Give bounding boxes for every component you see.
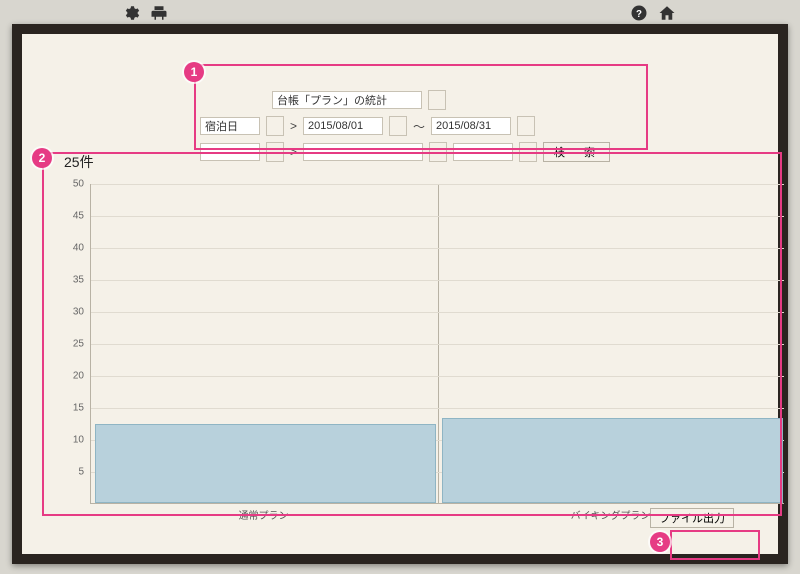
y-tick-label: 10: [62, 435, 84, 446]
y-tick-label: 35: [62, 275, 84, 286]
date-from-input[interactable]: [303, 117, 383, 135]
gt-symbol-1: >: [290, 119, 297, 133]
gridline: [91, 216, 784, 217]
bar-1: [442, 418, 783, 503]
stats-title-input[interactable]: [272, 91, 422, 109]
x-tick-label: バイキングプラン: [571, 507, 651, 522]
result-count: 25件: [64, 152, 94, 172]
callout-box-3: [670, 530, 760, 560]
y-tick-label: 30: [62, 307, 84, 318]
gear-icon[interactable]: [122, 4, 140, 22]
y-tick-label: 15: [62, 403, 84, 414]
paper-surface: 1 2 3 > ～: [22, 34, 778, 554]
y-tick-label: 40: [62, 243, 84, 254]
callout-badge-3: 3: [650, 532, 670, 552]
date-field-dropdown[interactable]: [266, 116, 284, 136]
tilde-symbol: ～: [413, 118, 425, 135]
extra-value-1-input[interactable]: [303, 143, 423, 161]
search-button[interactable]: 検 索: [543, 142, 610, 162]
x-tick-label: 通常プラン: [239, 507, 289, 522]
chart-area: 5101520253035404550 通常プランバイキングプラン: [62, 184, 784, 524]
extra-value-2-input[interactable]: [453, 143, 513, 161]
y-tick-label: 5: [62, 467, 84, 478]
gridline: [91, 376, 784, 377]
date-to-picker[interactable]: [517, 116, 535, 136]
app-frame: 1 2 3 > ～: [12, 24, 788, 564]
extra-value-2-dropdown[interactable]: [519, 142, 537, 162]
extra-field-input[interactable]: [200, 143, 260, 161]
gridline: [91, 344, 784, 345]
chart-plot: [90, 184, 784, 504]
y-tick-label: 20: [62, 371, 84, 382]
gridline: [91, 280, 784, 281]
y-tick-label: 25: [62, 339, 84, 350]
stats-title-dropdown[interactable]: [428, 90, 446, 110]
svg-text:?: ?: [636, 9, 642, 20]
callout-badge-1: 1: [184, 62, 204, 82]
file-export-button[interactable]: ファイル出力: [650, 508, 734, 528]
extra-value-1-dropdown[interactable]: [429, 142, 447, 162]
print-icon[interactable]: [150, 4, 168, 22]
extra-field-dropdown[interactable]: [266, 142, 284, 162]
date-from-picker[interactable]: [389, 116, 407, 136]
y-tick-label: 45: [62, 211, 84, 222]
date-to-input[interactable]: [431, 117, 511, 135]
y-tick-label: 50: [62, 179, 84, 190]
callout-badge-2: 2: [32, 148, 52, 168]
gridline: [91, 184, 784, 185]
filter-panel: > ～ > 検 索: [200, 90, 650, 168]
help-icon[interactable]: ?: [630, 4, 648, 22]
gridline: [91, 312, 784, 313]
gridline: [91, 408, 784, 409]
date-field-input[interactable]: [200, 117, 260, 135]
bar-0: [95, 424, 436, 503]
gt-symbol-2: >: [290, 145, 297, 159]
home-icon[interactable]: [658, 4, 676, 22]
gridline: [91, 248, 784, 249]
